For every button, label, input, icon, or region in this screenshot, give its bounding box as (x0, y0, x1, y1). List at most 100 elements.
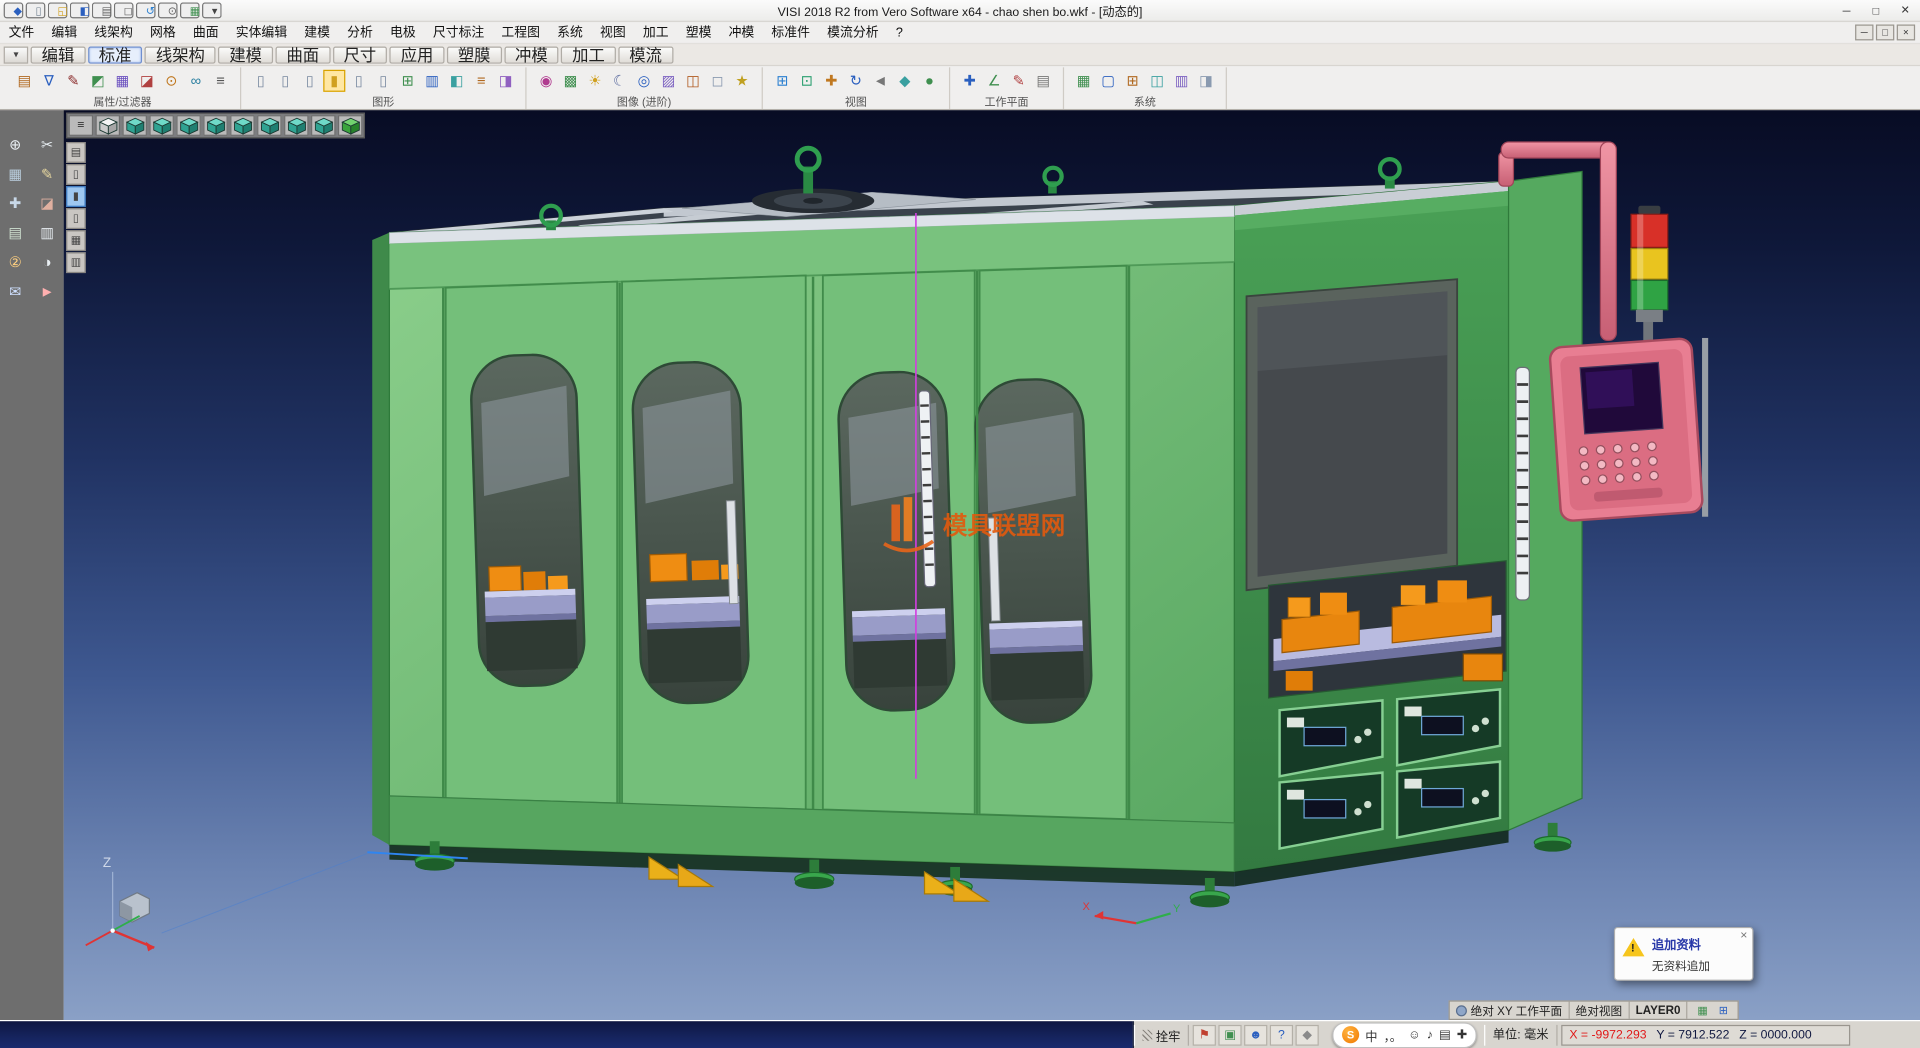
toolbar-tab[interactable]: 标准 (88, 46, 143, 63)
menu-item[interactable]: 网格 (141, 22, 184, 43)
machine-front-face[interactable] (372, 206, 1234, 872)
render-icon[interactable]: ◉ (535, 70, 557, 92)
toolbar-tab[interactable]: 编辑 (31, 46, 86, 63)
transparency-icon[interactable]: ◻ (707, 70, 729, 92)
menu-item[interactable]: 实体编辑 (227, 22, 296, 43)
window-layout-icon[interactable]: ◫ (1146, 70, 1168, 92)
panel-toggle-4[interactable]: ▯ (66, 208, 86, 229)
shaded-view-icon[interactable]: ▮ (323, 70, 345, 92)
section-icon[interactable]: ◫ (682, 70, 704, 92)
view-back-button[interactable] (149, 115, 173, 136)
attribute-brush-icon[interactable]: ✎ (62, 70, 84, 92)
toolbar-tab[interactable]: 尺寸 (333, 46, 388, 63)
right-side-door[interactable] (1247, 279, 1458, 590)
maximize-button[interactable]: □ (1861, 0, 1890, 21)
menu-item[interactable]: 工程图 (493, 22, 549, 43)
view-iso-2-button[interactable] (311, 115, 335, 136)
previous-view-icon[interactable]: ◄ (869, 70, 891, 92)
view-iso-green-button[interactable] (338, 115, 362, 136)
menu-item[interactable]: 冲模 (720, 22, 763, 43)
properties-icon[interactable]: ▤ (13, 70, 35, 92)
keyboard-icon[interactable]: ▤ (1439, 1028, 1451, 1041)
toolbar-tab[interactable]: 曲面 (275, 46, 330, 63)
ime-mode-toggle[interactable]: 中 (1365, 1026, 1377, 1044)
cut-icon[interactable]: ✂ (34, 132, 60, 156)
toolbar-tab[interactable]: 建模 (218, 46, 273, 63)
mail-icon[interactable]: ✉ (2, 279, 28, 303)
viewport[interactable]: 模具联盟网 Z X (64, 110, 1920, 1020)
view-top-button[interactable] (230, 115, 254, 136)
flag-icon[interactable]: ⚑ (1193, 1024, 1216, 1045)
toolbar-tab[interactable]: 冲模 (504, 46, 559, 63)
toolbar-tab[interactable]: 塑膜 (447, 46, 502, 63)
window-1[interactable] (470, 354, 586, 688)
help-icon[interactable]: ? (1270, 1024, 1293, 1045)
view-status[interactable]: 绝对视图 (1570, 1002, 1630, 1019)
view-page-1-icon[interactable]: ▯ (250, 70, 272, 92)
panel-toggle-5[interactable]: ▦ (66, 230, 86, 251)
grid-table-icon[interactable]: ⊞ (397, 70, 419, 92)
shadow-icon[interactable]: ☾ (609, 70, 631, 92)
snapshot-icon[interactable]: ★ (731, 70, 753, 92)
element-filter-icon[interactable]: ◪ (136, 70, 158, 92)
workplane-list-icon[interactable]: ▤ (1032, 70, 1054, 92)
calculator-icon[interactable]: ⊞ (1122, 70, 1144, 92)
toolbar-tab[interactable]: 应用 (390, 46, 445, 63)
filter-icon[interactable]: ∇ (38, 70, 60, 92)
cube-icon[interactable]: ◧ (446, 70, 468, 92)
menu-item[interactable]: 电极 (381, 22, 424, 43)
reset-filter-icon[interactable]: ≡ (209, 70, 231, 92)
toolbox-icon[interactable]: ✚ (1457, 1028, 1467, 1041)
view-bottom-button[interactable] (257, 115, 281, 136)
sogou-logo-icon[interactable]: S (1342, 1026, 1359, 1043)
light-icon[interactable]: ☀ (584, 70, 606, 92)
snap-toggle[interactable]: 拴牢 (1134, 1024, 1189, 1045)
mic-icon[interactable]: ♪ (1427, 1028, 1433, 1041)
background-icon[interactable]: ▨ (658, 70, 680, 92)
contrast-icon[interactable]: ◑ (34, 250, 60, 274)
tabbar-dropdown-button[interactable]: ▾ (4, 46, 28, 63)
camera-icon[interactable]: ◎ (633, 70, 655, 92)
report-icon[interactable]: ▥ (1171, 70, 1193, 92)
chain-select-icon[interactable]: ∞ (185, 70, 207, 92)
grid-snap-icon[interactable]: ▦ (2, 162, 28, 186)
machine-right-face[interactable] (1234, 171, 1582, 871)
pencil-icon[interactable]: ✎ (34, 162, 60, 186)
pan-icon[interactable]: ✚ (820, 70, 842, 92)
menu-item[interactable]: 线架构 (86, 22, 142, 43)
preview-icon[interactable]: ◻ (114, 2, 134, 18)
workplane-edit-icon[interactable]: ✎ (1008, 70, 1030, 92)
two-views-icon[interactable]: ② (2, 250, 28, 274)
eraser-icon[interactable]: ◪ (34, 191, 60, 215)
zoom-window-icon[interactable]: ⊞ (771, 70, 793, 92)
view-left-button[interactable] (176, 115, 200, 136)
view-page-5-icon[interactable]: ▯ (372, 70, 394, 92)
scene-canvas[interactable]: 模具联盟网 Z X (64, 110, 1920, 1020)
workplane-status[interactable]: 绝对 XY 工作平面 (1450, 1002, 1570, 1019)
menu-item[interactable]: ? (887, 22, 911, 43)
zoom-icon[interactable]: ⊕ (2, 132, 28, 156)
selection-filter-icon[interactable]: ⊙ (160, 70, 182, 92)
save-icon[interactable]: ◧ (70, 2, 90, 18)
view-page-3-icon[interactable]: ▯ (299, 70, 321, 92)
system-info-icon[interactable]: ◨ (1195, 70, 1217, 92)
workplane-3point-icon[interactable]: ∠ (983, 70, 1005, 92)
hmi-panel[interactable] (1549, 338, 1703, 521)
rotate-view-icon[interactable]: ↻ (845, 70, 867, 92)
image-icon[interactable]: ▣ (1218, 1024, 1241, 1045)
panel-toggle-2[interactable]: ▯ (66, 164, 86, 185)
view-iso-1-button[interactable] (284, 115, 308, 136)
texture-icon[interactable]: ▩ (560, 70, 582, 92)
new-file-icon[interactable]: ▯ (26, 2, 46, 18)
view-iso-white-button[interactable] (96, 115, 120, 136)
print-icon[interactable]: ▤ (92, 2, 112, 18)
layer-selector[interactable]: LAYER0 (1630, 1002, 1688, 1019)
menu-item[interactable]: 曲面 (184, 22, 227, 43)
close-button[interactable]: ✕ (1891, 0, 1920, 21)
panel-toggle-6[interactable]: ▥ (66, 252, 86, 273)
view-page-2-icon[interactable]: ▯ (274, 70, 296, 92)
menu-item[interactable]: 文件 (0, 22, 43, 43)
layer-filter-icon[interactable]: ▦ (111, 70, 133, 92)
view-right-button[interactable] (203, 115, 227, 136)
menu-item[interactable]: 塑模 (677, 22, 720, 43)
